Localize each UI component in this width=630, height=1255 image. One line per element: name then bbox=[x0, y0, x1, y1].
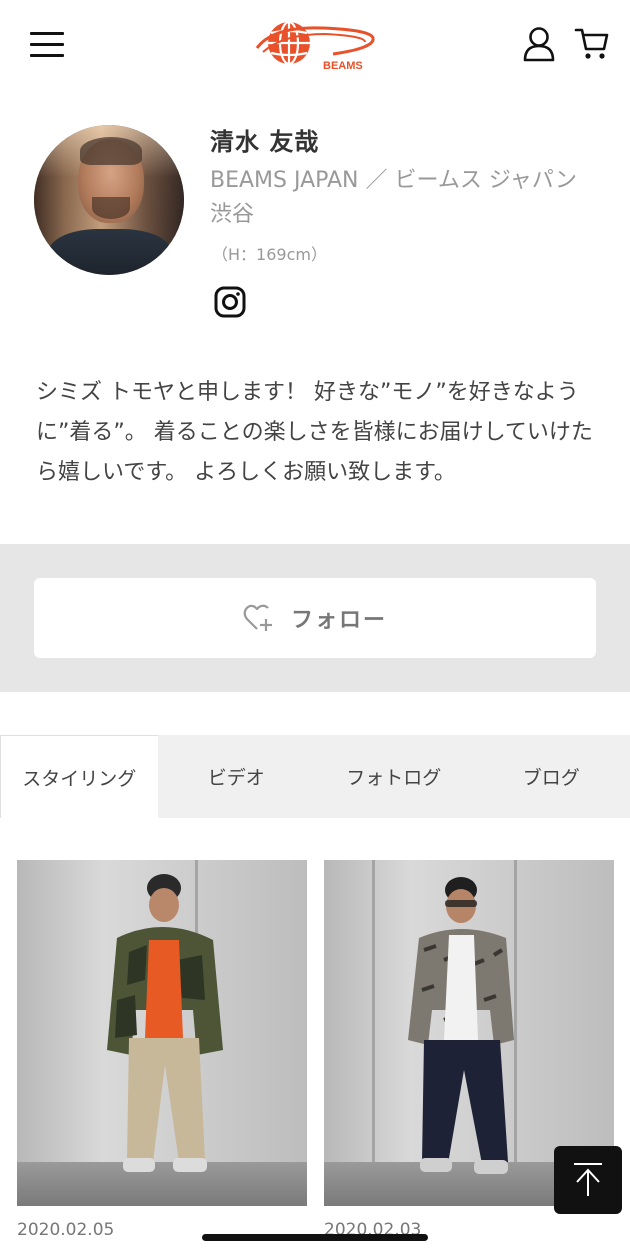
tab-video[interactable]: ビデオ bbox=[158, 735, 316, 818]
tab-blog[interactable]: ブログ bbox=[473, 735, 630, 818]
profile-bio: シミズ トモヤと申します！ 好きな”モノ”を好きなように”着る”。 着ることの楽… bbox=[36, 380, 593, 485]
styling-card[interactable]: 2020.02.05 bbox=[17, 860, 307, 1255]
staff-name: 清水 友哉 bbox=[210, 128, 320, 156]
avatar bbox=[34, 125, 184, 275]
cart-icon[interactable] bbox=[574, 27, 610, 61]
logo-text: BEAMS bbox=[323, 60, 363, 72]
instagram-icon[interactable] bbox=[214, 286, 246, 318]
profile-tabs: スタイリング ビデオ フォトログ ブログ bbox=[0, 735, 630, 818]
tab-styling[interactable]: スタイリング bbox=[0, 735, 158, 818]
follow-label: フォロー bbox=[290, 608, 387, 633]
site-header: BEAMS bbox=[0, 0, 630, 90]
heart-plus-icon bbox=[243, 604, 272, 631]
store-name: BEAMS JAPAN ／ ビームス ジャパン 渋谷 bbox=[210, 168, 577, 227]
beams-logo[interactable]: BEAMS bbox=[253, 18, 377, 74]
follow-button[interactable]: フォロー bbox=[34, 578, 596, 658]
user-icon[interactable] bbox=[522, 26, 556, 62]
tab-photolog[interactable]: フォトログ bbox=[315, 735, 473, 818]
staff-height: （H：169cm） bbox=[212, 245, 327, 264]
styling-photo bbox=[17, 860, 307, 1206]
follow-panel: フォロー bbox=[0, 544, 630, 692]
scroll-to-top-button[interactable] bbox=[554, 1146, 622, 1214]
arrow-up-to-top-icon bbox=[574, 1163, 602, 1196]
home-indicator bbox=[202, 1234, 428, 1241]
hamburger-menu-icon[interactable] bbox=[30, 32, 64, 58]
